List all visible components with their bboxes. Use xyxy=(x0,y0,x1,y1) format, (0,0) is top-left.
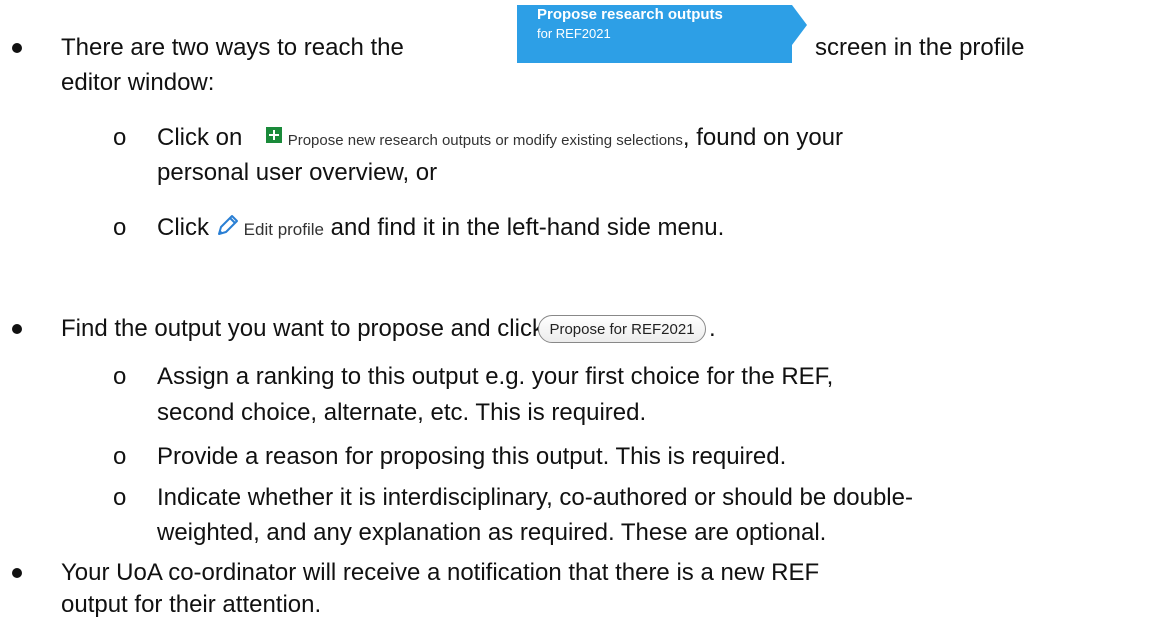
subbullet-text: Provide a reason for proposing this outp… xyxy=(157,443,787,470)
propose-button-label: Propose for REF2021 xyxy=(549,320,695,338)
bullet-text: Find the output you want to propose and … xyxy=(61,315,544,342)
bullet-text-before: There are two ways to reach the xyxy=(61,34,404,61)
subbullet-text: Click Edit profile and find it in the le… xyxy=(157,213,724,245)
subbullet-text: Click on Propose new research outputs or… xyxy=(157,123,843,156)
bullet-text: Your UoA co-ordinator will receive a not… xyxy=(61,559,820,586)
sub2-suffix: and find it in the left-hand side menu. xyxy=(330,214,725,241)
bullet-text-after: screen in the profile xyxy=(815,34,1025,61)
subbullet-marker: o xyxy=(113,214,127,241)
bullet-marker xyxy=(12,324,22,334)
sub2-prefix: Click xyxy=(157,214,209,241)
subbullet-text: Indicate whether it is interdisciplinary… xyxy=(157,484,913,511)
subbullet-marker: o xyxy=(113,363,127,390)
bullet-text-line2: output for their attention. xyxy=(61,591,322,618)
bullet-period: . xyxy=(709,315,716,342)
tab-label-line2: for REF2021 xyxy=(537,26,611,41)
propose-research-outputs-tab[interactable]: Propose research outputs for REF2021 xyxy=(517,5,807,63)
subbullet-marker: o xyxy=(113,124,127,151)
edit-profile-link[interactable]: Edit profile xyxy=(216,214,331,241)
propose-for-ref2021-button[interactable]: Propose for REF2021 xyxy=(538,315,706,343)
tab-label-line1: Propose research outputs xyxy=(537,6,723,23)
pencil-icon xyxy=(217,215,238,235)
propose-new-outputs-label: Propose new research outputs or modify e… xyxy=(287,132,683,149)
subbullet-text-line2: personal user overview, or xyxy=(157,159,438,186)
subbullet-marker: o xyxy=(113,443,127,470)
propose-new-outputs-link[interactable]: Propose new research outputs or modify e… xyxy=(265,124,683,151)
subbullet-marker: o xyxy=(113,484,127,511)
sub1-prefix: Click on xyxy=(157,124,243,151)
bullet-marker xyxy=(12,568,22,578)
subbullet-text: Assign a ranking to this output e.g. you… xyxy=(157,363,834,390)
subbullet-text-line2: second choice, alternate, etc. This is r… xyxy=(157,399,647,426)
bullet-marker xyxy=(12,43,22,53)
plus-icon xyxy=(265,127,282,143)
bullet-text-line2: editor window: xyxy=(61,69,215,96)
sub1-suffix: , found on your xyxy=(682,124,844,151)
bullet-text: There are two ways to reach the xyxy=(61,33,404,63)
subbullet-text-line2: weighted, and any explanation as require… xyxy=(157,519,827,546)
edit-profile-label: Edit profile xyxy=(243,220,324,239)
